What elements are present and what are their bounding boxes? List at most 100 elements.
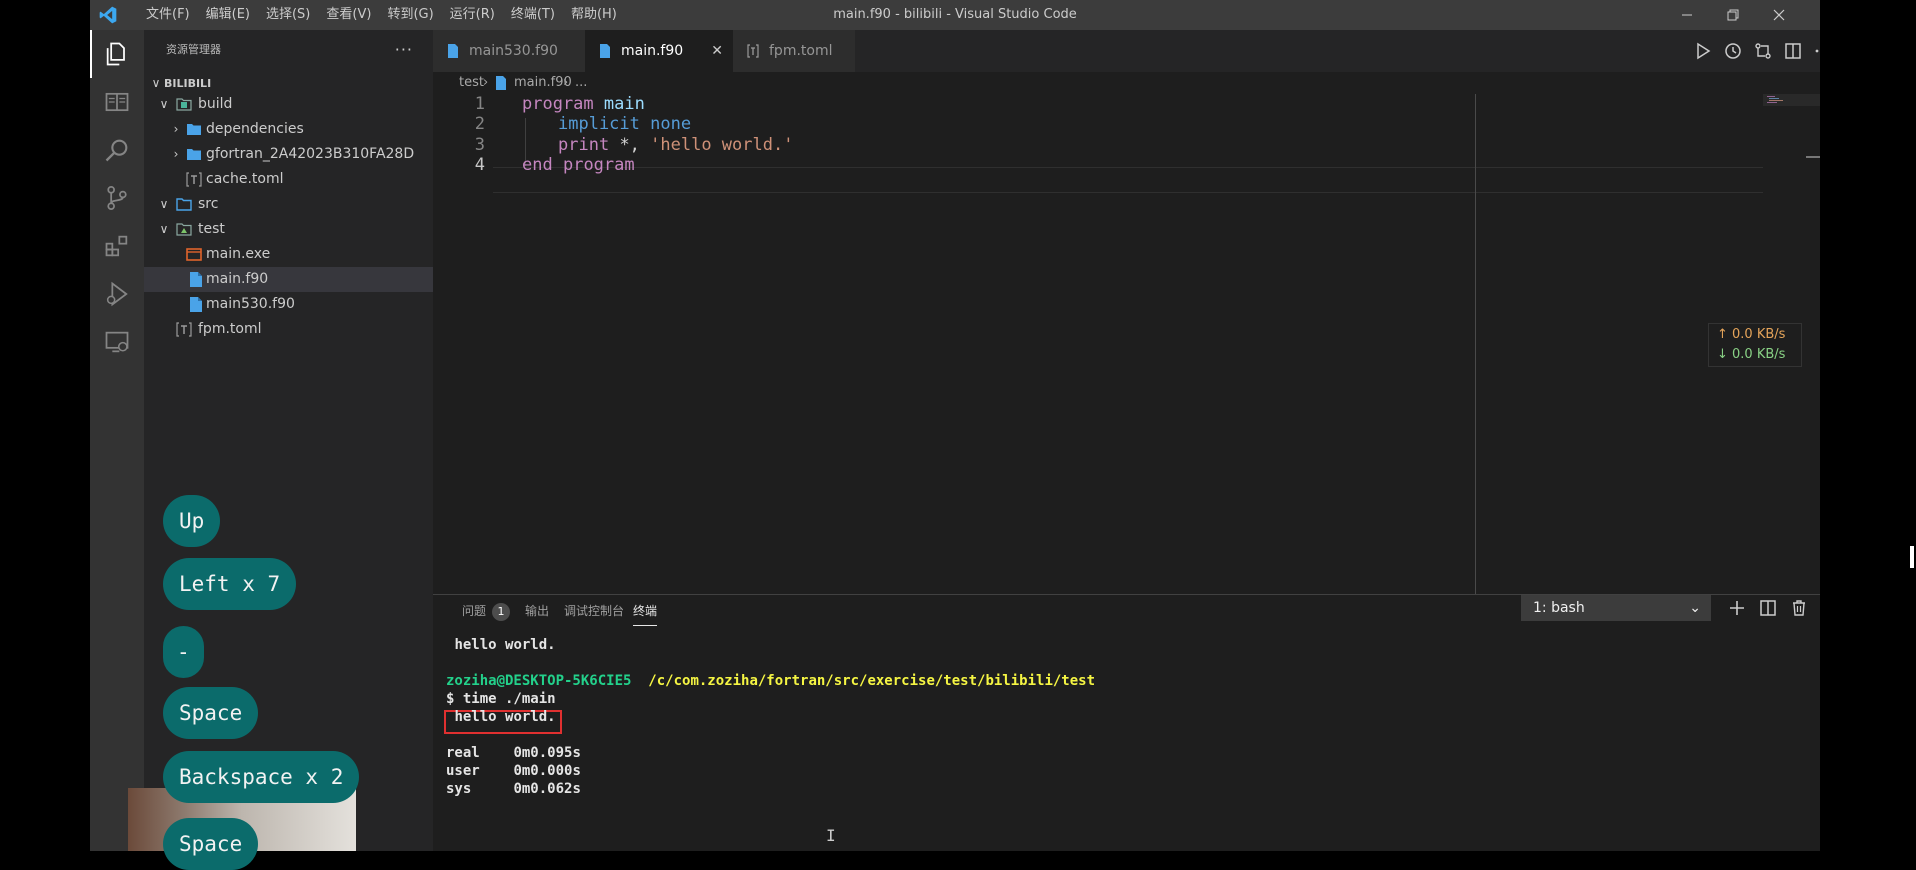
run-icon[interactable] [1693,41,1713,61]
files-icon [106,42,125,66]
current-line-highlight [493,167,1763,193]
bottom-panel: 问题 1 输出 调试控制台 终端 1: bash ⌄ hello world. z… [433,594,1820,851]
chevron-down-icon: ∨ [159,197,169,211]
remote-monitor-icon [105,331,129,353]
tree-item-main-exe[interactable]: main.exe [144,242,433,267]
menu-bar: 文件(F) 编辑(E) 选择(S) 查看(V) 转到(G) 运行(R) 终端(T… [138,0,625,30]
run-debug-button[interactable] [90,270,144,318]
tab-main-f90[interactable]: main.f90 ✕ [585,30,733,72]
tree-item-build[interactable]: ∨ build [144,92,433,117]
folder-test-icon [176,223,192,236]
tab-output[interactable]: 输出 [525,595,549,627]
tree-item-fpm-toml[interactable]: fpm.toml [144,317,433,342]
minimize-button[interactable] [1664,0,1710,30]
menu-edit[interactable]: 编辑(E) [198,0,258,30]
vscode-window: 文件(F) 编辑(E) 选择(S) 查看(V) 转到(G) 运行(R) 终端(T… [90,0,1820,851]
toml-file-icon [186,172,202,187]
breadcrumb-separator: › [563,75,569,90]
tree-item-cache-toml[interactable]: cache.toml [144,167,433,192]
terminal-prompt: zoziha@DESKTOP-5K6CIE5 /c/com.zoziha/for… [446,673,1096,689]
menu-help[interactable]: 帮助(H) [563,0,625,30]
more-icon[interactable] [1813,41,1820,61]
upload-speed: ↑ 0.0 KB/s [1717,327,1786,342]
tree-item-gfortran[interactable]: › gfortran_2A42023B310FA28D [144,142,433,167]
restore-button[interactable] [1710,0,1756,30]
tree-item-main530-f90[interactable]: main530.f90 [144,292,433,317]
history-icon[interactable] [1723,41,1743,61]
editor-tabs: main530.f90 main.f90 ✕ fpm.toml [433,30,1820,72]
more-actions-button[interactable]: ··· [395,30,413,70]
fortran-file-icon [190,272,202,287]
line-number: 3 [474,135,485,155]
search-button[interactable] [90,126,144,174]
trash-icon[interactable] [1789,598,1809,618]
tab-main530-f90[interactable]: main530.f90 [433,30,585,72]
key-badge: Space [163,818,259,870]
terminal-select[interactable]: 1: bash ⌄ [1521,595,1711,621]
folder-icon [187,124,201,135]
compare-changes-icon[interactable] [1753,41,1773,61]
close-window-button[interactable] [1756,0,1802,30]
breadcrumb-separator: › [483,75,489,90]
menu-terminal[interactable]: 终端(T) [503,0,563,30]
exe-file-icon [186,248,202,261]
fortran-file-icon [496,76,506,90]
tab-problems[interactable]: 问题 1 [462,595,511,627]
problems-badge: 1 [492,603,511,621]
menu-file[interactable]: 文件(F) [138,0,198,30]
breadcrumb-folder[interactable]: test [459,72,484,94]
tab-terminal[interactable]: 终端 [633,595,658,626]
fortran-file-icon [190,297,202,312]
extensions-button[interactable] [90,222,144,270]
key-badge: Left x 7 [163,558,297,610]
timeline-button[interactable] [90,78,144,126]
key-badge: Up [163,495,221,547]
explorer-button[interactable] [90,30,144,78]
split-editor-icon[interactable] [1783,41,1803,61]
fortran-file-icon [600,44,610,58]
folder-icon [187,149,201,160]
fortran-file-icon [448,44,458,58]
split-terminal-icon[interactable] [1758,598,1778,618]
breadcrumb: test › main.f90 › ... [433,72,1820,94]
close-tab-button[interactable]: ✕ [711,30,723,72]
add-terminal-icon[interactable] [1727,598,1747,618]
run-debug-icon [106,281,128,307]
tree-item-test[interactable]: ∨ test [144,217,433,242]
key-badge: Space [163,687,259,739]
folder-open-icon [176,198,192,211]
folder-build-icon [176,98,192,111]
code-line-4: end program [522,155,635,175]
text-cursor-icon: I [826,826,836,845]
menu-view[interactable]: 查看(V) [318,0,379,30]
line-number: 2 [474,114,485,134]
code-editor[interactable]: 1 2 3 4 program main implicit none print… [433,94,1820,594]
chevron-down-icon: ⌄ [1689,600,1701,616]
search-icon [105,139,128,162]
terminal-output[interactable]: hello world. zoziha@DESKTOP-5K6CIE5 /c/c… [433,635,1820,851]
chevron-down-icon: ∨ [159,222,169,236]
tab-debug-console[interactable]: 调试控制台 [564,595,624,627]
remote-explorer-button[interactable] [90,318,144,366]
sidebar-title: 资源管理器 [166,43,221,56]
source-control-button[interactable] [90,174,144,222]
terminal-command: $ time ./main [446,691,556,707]
restore-icon [1727,9,1739,21]
chevron-right-icon: › [173,147,179,161]
tree-item-main-f90[interactable]: main.f90 [144,267,433,292]
tree-item-src[interactable]: ∨ src [144,192,433,217]
editor-ruler [1475,94,1476,594]
code-line-3: print *, 'hello world.' [558,135,794,155]
menu-run[interactable]: 运行(R) [442,0,503,30]
close-icon [1773,9,1785,21]
menu-selection[interactable]: 选择(S) [258,0,318,30]
line-number: 1 [474,94,485,114]
menu-go[interactable]: 转到(G) [379,0,441,30]
extensions-icon [105,235,128,257]
terminal-line: hello world. [454,637,556,653]
chevron-up-icon[interactable] [1817,598,1820,618]
breadcrumb-more[interactable]: ... [575,72,587,94]
terminal-line: user 0m0.000s [446,763,581,779]
tree-item-dependencies[interactable]: › dependencies [144,117,433,142]
tab-fpm-toml[interactable]: fpm.toml [733,30,855,72]
